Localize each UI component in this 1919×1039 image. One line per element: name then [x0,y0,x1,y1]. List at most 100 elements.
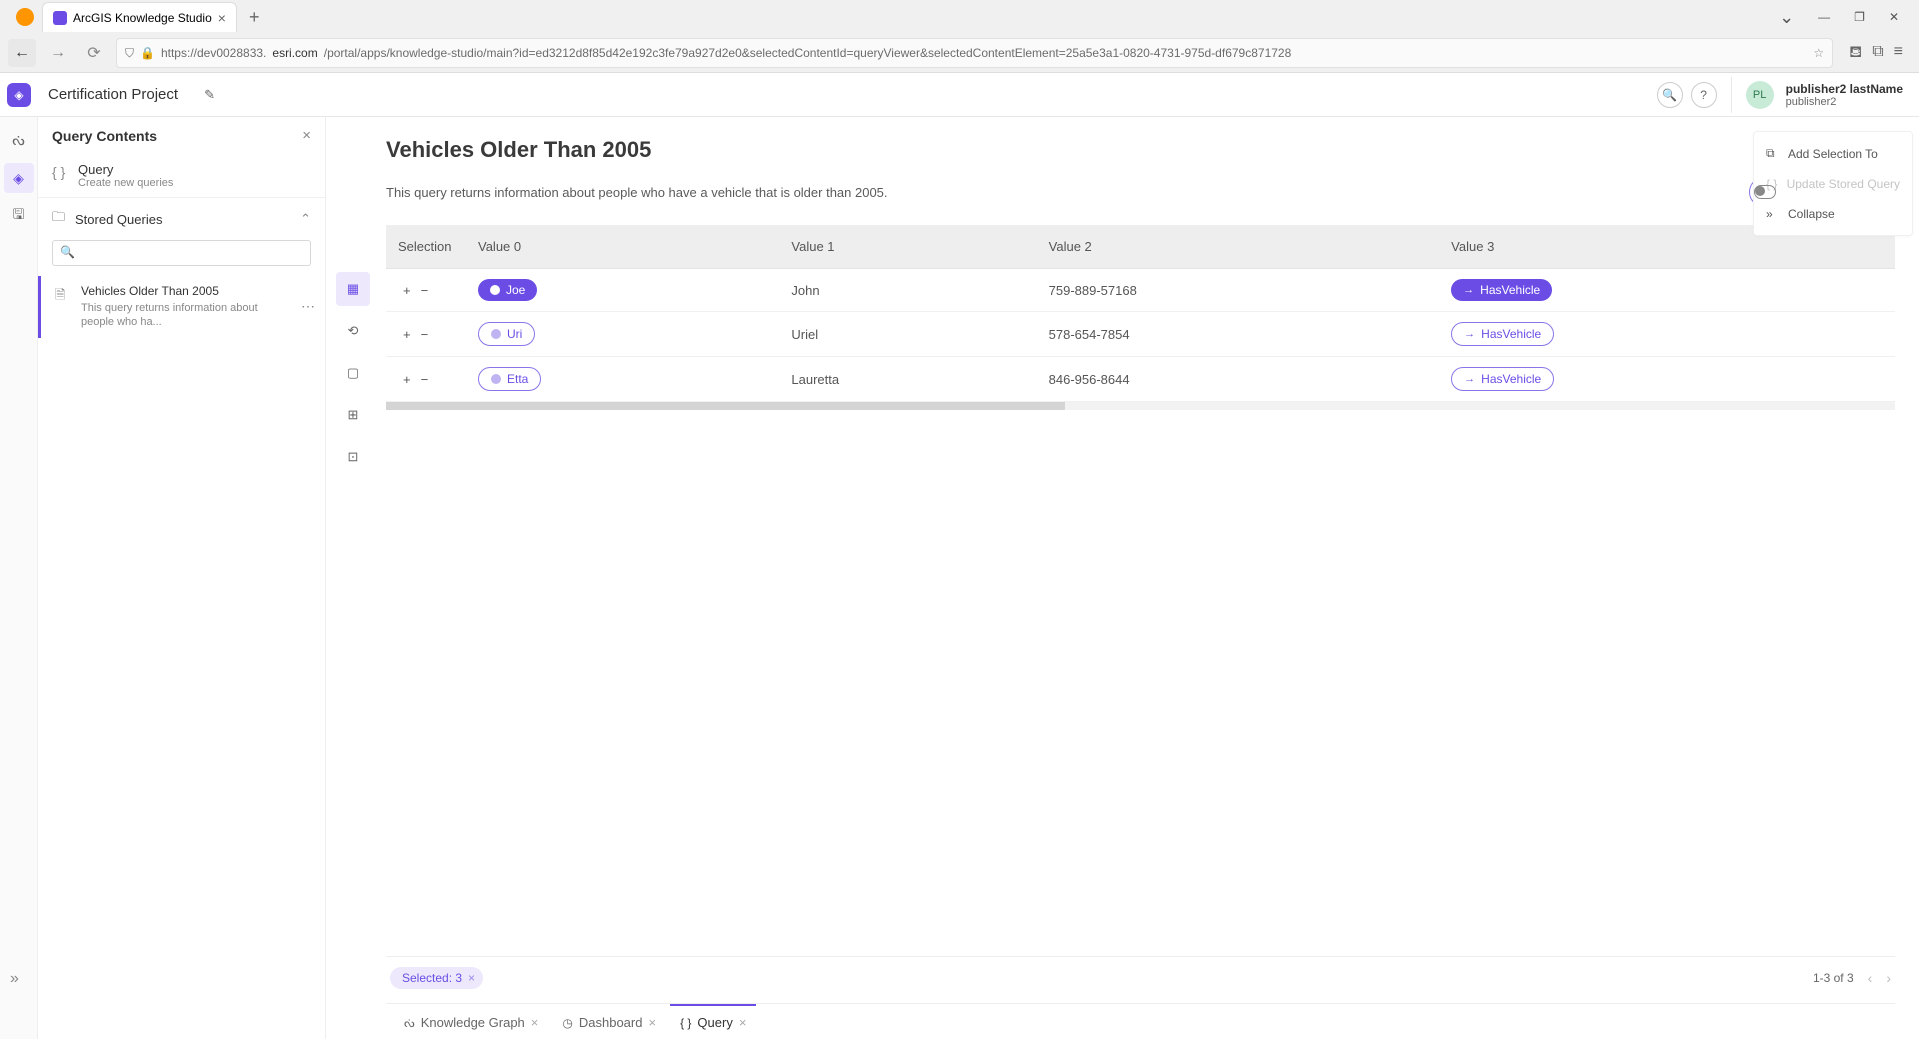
dot-icon [491,374,501,384]
stored-item-title: Vehicles Older Than 2005 [81,284,291,298]
table-row[interactable]: +− Joe John759-889-57168 HasVehicle [386,269,1895,312]
user-display-name: publisher2 lastName [1786,82,1903,96]
username: publisher2 [1786,96,1903,108]
relation-pill[interactable]: HasVehicle [1451,322,1554,346]
update-stored-action: { }Update Stored Query [1754,169,1912,199]
table-row[interactable]: +−EttaLauretta846-956-8644HasVehicle [386,357,1895,402]
column-header[interactable]: Value 0 [466,225,779,269]
page-next-icon[interactable]: › [1886,970,1891,986]
user-info[interactable]: publisher2 lastName publisher2 [1786,82,1903,108]
avatar[interactable]: PL [1746,81,1774,109]
rail-save-icon[interactable]: 🖫 [4,201,34,231]
close-window-icon[interactable]: ✕ [1889,10,1899,24]
url-path: /portal/apps/knowledge-studio/main?id=ed… [324,46,1292,60]
cell-value: Uriel [779,312,1036,357]
tab-query[interactable]: { }Query× [670,1004,756,1039]
tab-title: ArcGIS Knowledge Studio [73,11,212,25]
braces-icon: { } [680,1016,691,1030]
relation-pill[interactable]: HasVehicle [1451,279,1552,301]
toggle-track [1754,185,1776,199]
folder-icon: 🗀 [52,208,65,230]
app-logo-icon: ◈ [7,83,31,107]
divider [1731,77,1732,113]
browser-chrome: ArcGIS Knowledge Studio × + ⌄ — ❐ ✕ ← → … [0,0,1919,73]
stored-search-input[interactable] [52,240,311,266]
stored-query-item[interactable]: 🗎 Vehicles Older Than 2005 This query re… [38,276,325,338]
cell-value: 759-889-57168 [1037,269,1440,312]
firefox-icon [16,8,34,26]
pocket-icon[interactable]: ⛾ [1849,43,1862,63]
add-selection-action[interactable]: ⧉Add Selection To [1754,138,1912,169]
entity-pill[interactable]: Joe [478,279,537,301]
menu-icon[interactable]: ≡ [1894,43,1903,63]
new-query-item[interactable]: { } Query Create new queries [38,154,325,198]
remove-icon[interactable]: − [421,327,429,342]
add-selection-icon: ⧉ [1766,146,1780,161]
view-card-icon[interactable]: ▢ [336,356,370,390]
clear-selection-icon[interactable]: × [468,971,475,985]
add-icon[interactable]: + [403,372,411,387]
page-range: 1-3 of 3 [1813,971,1854,985]
stored-queries-header[interactable]: 🗀 Stored Queries ⌃ [38,198,325,240]
project-title: Certification Project [38,86,188,103]
reload-button[interactable]: ⟳ [80,39,108,67]
view-graph-icon[interactable]: ⟲ [336,314,370,348]
expand-rail-icon[interactable]: » [10,970,19,988]
column-header[interactable]: Value 2 [1037,225,1440,269]
forward-button: → [44,39,72,67]
relation-pill[interactable]: HasVehicle [1451,367,1554,391]
query-title: Vehicles Older Than 2005 [386,137,1895,163]
view-layout-icon[interactable]: ⊡ [336,440,370,474]
selected-chip[interactable]: Selected: 3 × [390,967,483,989]
url-host: esri.com [272,46,317,60]
new-query-label: Query [78,162,173,177]
add-icon[interactable]: + [403,327,411,342]
horizontal-scrollbar[interactable] [386,402,1895,410]
more-icon[interactable]: ⋯ [301,298,315,315]
url-prefix: https://dev0028833. [161,46,266,60]
new-tab-button[interactable]: + [237,7,272,28]
browser-tab[interactable]: ArcGIS Knowledge Studio × [42,2,237,32]
add-icon[interactable]: + [403,283,411,298]
url-bar[interactable]: ⛉ 🔒 https://dev0028833.esri.com/portal/a… [116,38,1833,68]
dashboard-icon: ◷ [562,1016,572,1030]
document-icon: 🗎 [55,284,71,330]
rail-layers-icon[interactable]: ◈ [4,163,34,193]
table-row[interactable]: +− Uri Uriel578-654-7854 HasVehicle [386,312,1895,357]
tabs-dropdown-icon[interactable]: ⌄ [1779,7,1794,28]
back-button[interactable]: ← [8,39,36,67]
help-icon[interactable]: ? [1691,82,1717,108]
page-prev-icon[interactable]: ‹ [1868,970,1873,986]
remove-icon[interactable]: − [421,372,429,387]
maximize-icon[interactable]: ❐ [1854,10,1865,24]
entity-pill[interactable]: Etta [478,367,541,391]
entity-pill[interactable]: Uri [478,322,535,346]
chevron-up-icon: ⌃ [300,211,311,227]
selected-chip-label: Selected: 3 [402,971,462,985]
remove-icon[interactable]: − [421,283,429,298]
search-icon: 🔍 [60,245,75,259]
close-icon[interactable]: × [648,1015,656,1030]
minimize-icon[interactable]: — [1818,10,1830,24]
tab-dashboard[interactable]: ◷Dashboard× [552,1004,666,1039]
search-icon[interactable]: 🔍 [1657,82,1683,108]
column-header[interactable]: Selection [386,225,466,269]
close-icon[interactable]: × [531,1015,539,1030]
view-table-icon[interactable]: ▦ [336,272,370,306]
cell-value: John [779,269,1036,312]
view-grid-icon[interactable]: ⊞ [336,398,370,432]
collapse-action[interactable]: »Collapse [1754,199,1912,229]
bookmark-star-icon[interactable]: ☆ [1813,46,1824,60]
cell-value: 846-956-8644 [1037,357,1440,402]
edit-icon[interactable]: ✎ [188,87,215,103]
favicon-icon [53,11,67,25]
tab-knowledge-graph[interactable]: ᔔKnowledge Graph× [394,1004,548,1039]
extensions-icon[interactable]: ⧉ [1872,43,1883,63]
tab-close-icon[interactable]: × [218,10,226,26]
column-header[interactable]: Value 1 [779,225,1036,269]
cell-value: 578-654-7854 [1037,312,1440,357]
results-table: SelectionValue 0Value 1Value 2Value 3 +−… [386,225,1895,402]
rail-graph-icon[interactable]: ᔔ [4,125,34,155]
close-icon[interactable]: × [739,1015,747,1030]
sidebar-close-icon[interactable]: × [302,127,311,144]
